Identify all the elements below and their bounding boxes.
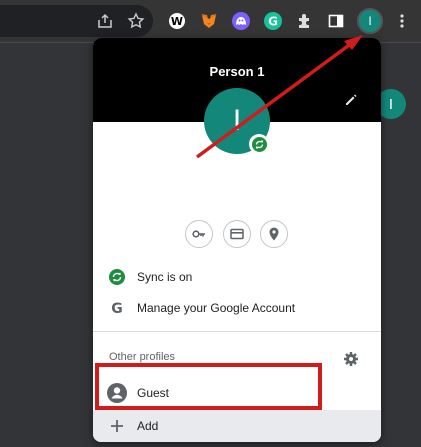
key-icon [192,230,205,238]
svg-text:G: G [111,301,123,316]
menu-kebab-icon[interactable] [390,9,414,33]
profile-avatar-icon[interactable]: I [357,8,383,34]
page-avatar-letter: I [388,95,394,113]
payment-card-button[interactable] [223,220,251,248]
sync-label: Sync is on [137,270,193,284]
guest-highlight-annotation [95,363,322,410]
manage-account-label: Manage your Google Account [137,301,296,315]
share-icon[interactable] [93,9,117,33]
other-profiles-heading: Other profiles [109,351,176,363]
browser-toolbar: W G I [0,0,421,42]
credit-card-icon [230,228,244,240]
svg-text:W: W [171,15,183,28]
extensions-puzzle-icon[interactable] [293,9,317,33]
side-panel-icon[interactable] [324,9,348,33]
edit-pencil-icon[interactable] [343,92,359,108]
location-pin-icon [269,227,279,241]
google-g-icon: G [109,300,125,316]
sync-row[interactable]: Sync is on [93,262,381,292]
profile-name: Person 1 [209,64,265,79]
sync-badge-icon [251,136,267,152]
profile-avatar-letter: I [232,104,242,137]
svg-text:G: G [268,15,278,29]
add-profile-row[interactable]: Add [93,410,381,442]
sync-badge [249,134,269,154]
metamask-fox-icon[interactable] [197,9,221,33]
addresses-location-button[interactable] [260,220,288,248]
manage-google-account-row[interactable]: G Manage your Google Account [93,293,381,323]
extension-ghost-icon[interactable] [229,9,253,33]
extension-w-icon[interactable]: W [165,9,189,33]
add-label: Add [137,419,159,433]
grammarly-g-icon[interactable]: G [261,9,285,33]
bookmark-star-icon[interactable] [124,9,148,33]
plus-icon [109,418,125,434]
toolbar-avatar-letter: I [368,14,372,28]
sync-icon [109,269,125,285]
passwords-key-button[interactable] [185,220,213,248]
gear-icon[interactable] [343,351,359,367]
section-divider [93,331,381,332]
